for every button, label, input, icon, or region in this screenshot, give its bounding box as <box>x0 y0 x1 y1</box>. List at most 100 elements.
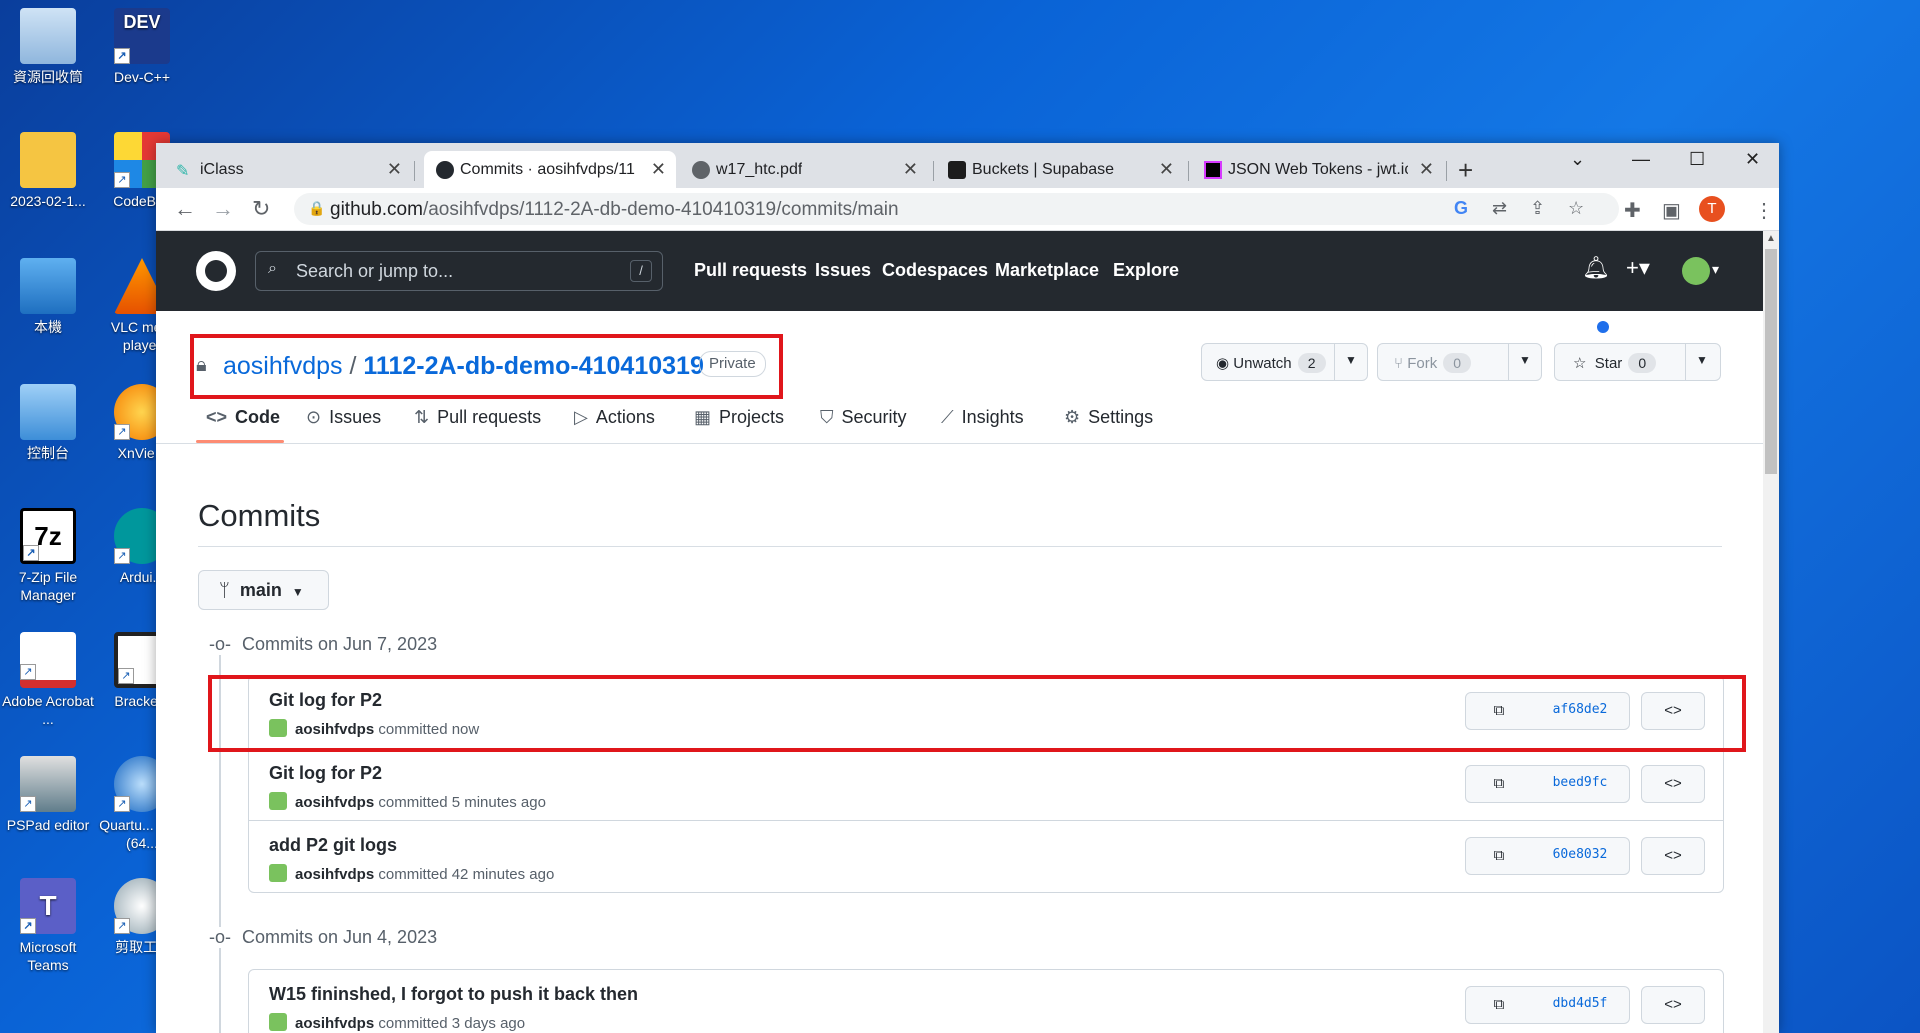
tab-bar: ✎ iClass ✕ Commits · aosihfvdps/11 ✕ w17… <box>156 143 1779 188</box>
tab-code[interactable]: <> Code <box>206 407 280 428</box>
7zip-icon[interactable]: 7z ↗ 7-Zip File Manager <box>0 508 96 604</box>
back-icon[interactable]: ← <box>174 196 196 222</box>
nav-explore[interactable]: Explore <box>1113 260 1179 281</box>
page-scrollbar[interactable]: ▲ <box>1763 231 1779 1033</box>
commit-message[interactable]: Git log for P2 <box>269 763 382 784</box>
code-icon: <> <box>1664 996 1682 1013</box>
close-tab-icon[interactable]: ✕ <box>1419 159 1434 180</box>
commit-sha-link[interactable]: dbd4d5f <box>1531 986 1630 1024</box>
tab-actions[interactable]: ▷ Actions <box>574 407 655 428</box>
reload-icon[interactable]: ↻ <box>252 196 270 222</box>
browse-repo-button[interactable]: <> <box>1641 837 1705 875</box>
url-text[interactable]: github.com/aosihfvdps/1112-2A-db-demo-41… <box>330 199 899 221</box>
search-icon: ⌕ <box>268 260 277 277</box>
side-panel-icon[interactable]: ▣ <box>1662 198 1681 223</box>
this-pc-icon[interactable]: 本機 <box>0 258 96 336</box>
jwt-icon <box>1204 161 1222 179</box>
scroll-up-icon[interactable]: ▲ <box>1766 233 1776 244</box>
tab-insights[interactable]: ⟋ Insights <box>941 407 1024 428</box>
chevron-down-icon[interactable]: ▼ <box>1519 353 1531 367</box>
tab-security[interactable]: ⛉ Security <box>820 407 907 428</box>
close-tab-icon[interactable]: ✕ <box>651 159 666 180</box>
bookmark-star-icon[interactable]: ☆ <box>1568 198 1584 219</box>
fork-button[interactable]: ⑂ Fork 0 ▼ <box>1377 343 1542 381</box>
graph-icon: ⟋ <box>941 407 954 427</box>
translate-icon[interactable]: ⇄ <box>1492 198 1507 219</box>
address-bar[interactable]: 🔒 github.com/aosihfvdps/1112-2A-db-demo-… <box>294 193 1619 225</box>
google-lens-icon[interactable]: G <box>1454 198 1468 219</box>
star-button[interactable]: ☆ Star 0 ▼ <box>1554 343 1721 381</box>
commit-sha-link[interactable]: beed9fc <box>1531 765 1630 803</box>
search-input[interactable]: ⌕ Search or jump to... / <box>255 251 663 291</box>
unwatch-button[interactable]: ◉ Unwatch 2 ▼ <box>1201 343 1368 381</box>
close-tab-icon[interactable]: ✕ <box>1159 159 1174 180</box>
profile-avatar[interactable]: T <box>1699 196 1725 222</box>
commit-message[interactable]: W15 fininshed, I forgot to push it back … <box>269 984 638 1005</box>
user-avatar[interactable] <box>1682 257 1710 285</box>
acrobat-icon[interactable]: ↗ Adobe Acrobat ... <box>0 632 96 728</box>
menu-icon[interactable]: ⋮ <box>1754 198 1774 223</box>
commit-meta: aosihfvdps committed 5 minutes ago <box>269 792 546 811</box>
extensions-icon[interactable]: ✚ <box>1624 198 1641 223</box>
copy-sha-button[interactable]: ⧉ <box>1465 986 1533 1024</box>
teams-icon[interactable]: T ↗ Microsoft Teams <box>0 878 96 974</box>
notification-indicator <box>1597 321 1609 333</box>
branch-selector[interactable]: ᛘ main ▼ <box>198 570 329 610</box>
commit-sha-link[interactable]: 60e8032 <box>1531 837 1630 875</box>
commit-row[interactable]: Git log for P2 aosihfvdps committed 5 mi… <box>249 748 1723 821</box>
nav-pull-requests[interactable]: Pull requests <box>694 260 807 281</box>
tab-issues[interactable]: ⊙ Issues <box>306 407 381 428</box>
close-tab-icon[interactable]: ✕ <box>387 159 402 180</box>
tab-iclass[interactable]: ✎ iClass ✕ <box>164 151 412 188</box>
minimize-icon[interactable]: — <box>1632 149 1650 170</box>
nav-issues[interactable]: Issues <box>815 260 871 281</box>
button-divider <box>1334 344 1335 380</box>
copy-sha-button[interactable]: ⧉ <box>1465 837 1533 875</box>
chevron-down-icon[interactable]: ▼ <box>1345 353 1357 367</box>
tab-pdf[interactable]: w17_htc.pdf ✕ <box>680 151 928 188</box>
nav-codespaces[interactable]: Codespaces <box>882 260 988 281</box>
page-title: Commits <box>198 498 321 533</box>
github-icon <box>436 161 454 179</box>
highlight-box-commit <box>208 675 1746 752</box>
close-window-icon[interactable]: ✕ <box>1745 149 1760 170</box>
chevron-down-icon[interactable]: ▼ <box>1696 353 1708 367</box>
share-icon[interactable]: ⇪ <box>1530 198 1545 219</box>
recycle-bin-icon[interactable]: 資源回收筒 <box>0 8 96 86</box>
tab-pull-requests[interactable]: ⇅ Pull requests <box>414 407 541 428</box>
tab-jwt[interactable]: JSON Web Tokens - jwt.ic ✕ <box>1192 151 1444 188</box>
commit-row[interactable]: add P2 git logs aosihfvdps committed 42 … <box>249 820 1723 893</box>
tab-divider <box>414 161 415 181</box>
pspad-icon[interactable]: ↗ PSPad editor <box>0 756 96 834</box>
copy-sha-button[interactable]: ⧉ <box>1465 765 1533 803</box>
create-new-icon[interactable]: +▾ <box>1626 255 1650 281</box>
commit-meta: aosihfvdps committed 3 days ago <box>269 1013 525 1032</box>
table-icon: ▦ <box>694 407 712 427</box>
folder-icon[interactable]: 2023-02-1... <box>0 132 96 210</box>
repo-tab-nav: <> Code ⊙ Issues ⇅ Pull requests ▷ Actions ▦… <box>156 395 1763 444</box>
avatar <box>269 792 287 810</box>
commit-actions: ⧉ dbd4d5f <> <box>1465 986 1705 1024</box>
notifications-bell-icon[interactable]: 🔔︎ <box>1582 255 1610 281</box>
tab-settings[interactable]: ⚙ Settings <box>1064 407 1153 428</box>
tab-commits[interactable]: Commits · aosihfvdps/11 ✕ <box>424 151 676 188</box>
commit-message[interactable]: add P2 git logs <box>269 835 397 856</box>
browse-repo-button[interactable]: <> <box>1641 765 1705 803</box>
pull-request-icon: ⇅ <box>414 407 430 427</box>
scrollbar-thumb[interactable] <box>1765 249 1777 474</box>
tab-supabase[interactable]: Buckets | Supabase ✕ <box>936 151 1184 188</box>
commit-row[interactable]: W15 fininshed, I forgot to push it back … <box>249 970 1723 1033</box>
github-logo-icon[interactable] <box>196 251 236 291</box>
devcpp-icon[interactable]: DEV ↗ Dev-C++ <box>94 8 190 86</box>
forward-icon[interactable]: → <box>212 196 234 222</box>
maximize-icon[interactable]: ☐ <box>1689 149 1705 170</box>
control-panel-icon[interactable]: 控制台 <box>0 384 96 462</box>
nav-marketplace[interactable]: Marketplace <box>995 260 1099 281</box>
tab-projects[interactable]: ▦ Projects <box>694 407 784 428</box>
chevron-down-icon[interactable]: ▾ <box>1712 261 1719 278</box>
new-tab-button[interactable]: + <box>1458 155 1473 186</box>
tab-search-icon[interactable]: ⌄ <box>1570 149 1585 170</box>
close-tab-icon[interactable]: ✕ <box>903 159 918 180</box>
browse-repo-button[interactable]: <> <box>1641 986 1705 1024</box>
avatar <box>269 864 287 882</box>
